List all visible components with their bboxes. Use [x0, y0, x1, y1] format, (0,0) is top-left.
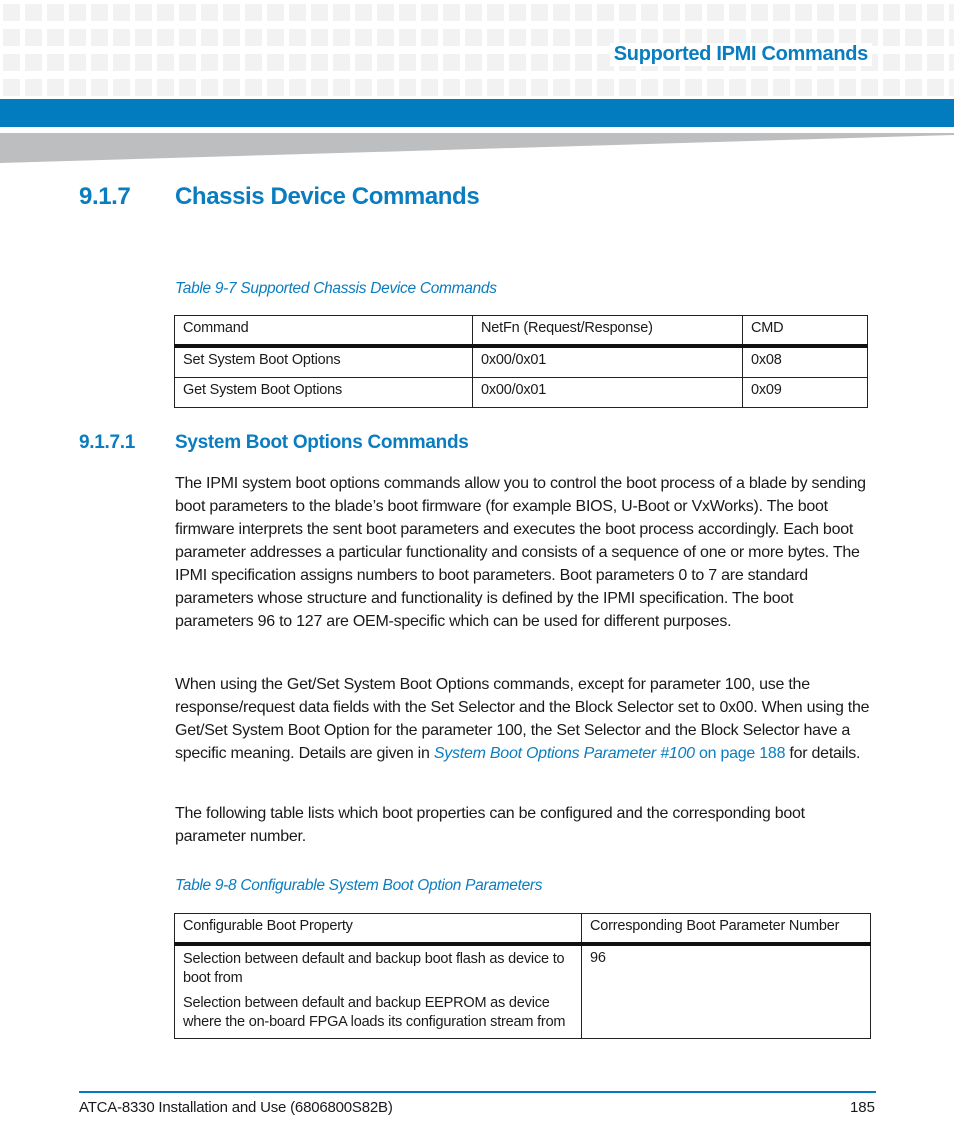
column-header: Command — [174, 315, 473, 348]
grey-wedge-shape — [0, 133, 954, 163]
command-cell: Set System Boot Options — [174, 345, 473, 378]
footer-page-number: 185 — [849, 1099, 875, 1116]
table-row: Get System Boot Options 0x00/0x01 0x09 — [174, 377, 868, 408]
cmd-cell: 0x08 — [742, 345, 868, 378]
paragraph-text: for details. — [785, 745, 861, 762]
header-grey-wedge — [0, 133, 954, 163]
table-header-row: Command NetFn (Request/Response) CMD — [174, 315, 868, 348]
property-cell: Selection between default and backup boo… — [174, 943, 582, 1039]
netfn-cell: 0x00/0x01 — [472, 345, 743, 378]
paragraph-usage: When using the Get/Set System Boot Optio… — [175, 673, 875, 765]
running-header-title: Supported IPMI Commands — [609, 43, 872, 66]
cmd-cell: 0x09 — [742, 377, 868, 408]
column-header: NetFn (Request/Response) — [472, 315, 743, 348]
paragraph-table-intro: The following table lists which boot pro… — [175, 805, 805, 845]
column-header: Corresponding Boot Parameter Number — [581, 913, 871, 946]
table-row: Set System Boot Options 0x00/0x01 0x08 — [174, 345, 868, 378]
table-9-8-caption: Table 9-8 Configurable System Boot Optio… — [175, 877, 543, 894]
link-page: on page 188 — [694, 745, 786, 762]
section-number: 9.1.7 — [79, 183, 131, 210]
subsection-title: System Boot Options Commands — [175, 432, 469, 453]
cross-reference-link[interactable]: System Boot Options Parameter #100 on pa… — [433, 745, 786, 762]
property-text: Selection between default and backup EEP… — [183, 995, 566, 1030]
column-header: Configurable Boot Property — [174, 913, 582, 946]
link-title: System Boot Options Parameter #100 — [433, 745, 695, 762]
netfn-cell: 0x00/0x01 — [472, 377, 743, 408]
table-header-row: Configurable Boot Property Corresponding… — [174, 913, 871, 946]
section-heading: 9.1.7 Chassis Device Commands — [79, 183, 480, 211]
header-blue-band — [0, 99, 954, 127]
table-row: Selection between default and backup boo… — [174, 943, 871, 1039]
property-text: Selection between default and backup boo… — [183, 951, 565, 986]
subsection-number: 9.1.7.1 — [79, 432, 136, 453]
command-cell: Get System Boot Options — [174, 377, 473, 408]
table-9-7-caption: Table 9-7 Supported Chassis Device Comma… — [175, 280, 497, 297]
paragraph-intro: The IPMI system boot options commands al… — [175, 475, 866, 630]
boot-parameters-table: Configurable Boot Property Corresponding… — [174, 913, 871, 1039]
parameter-number-cell: 96 — [581, 943, 871, 1039]
chassis-commands-table: Command NetFn (Request/Response) CMD Set… — [174, 315, 868, 408]
section-title: Chassis Device Commands — [175, 183, 480, 210]
subsection-heading: 9.1.7.1 System Boot Options Commands — [79, 432, 469, 454]
column-header: CMD — [742, 315, 868, 348]
footer-document-title: ATCA-8330 Installation and Use (6806800S… — [79, 1099, 393, 1116]
footer-rule — [79, 1091, 876, 1093]
